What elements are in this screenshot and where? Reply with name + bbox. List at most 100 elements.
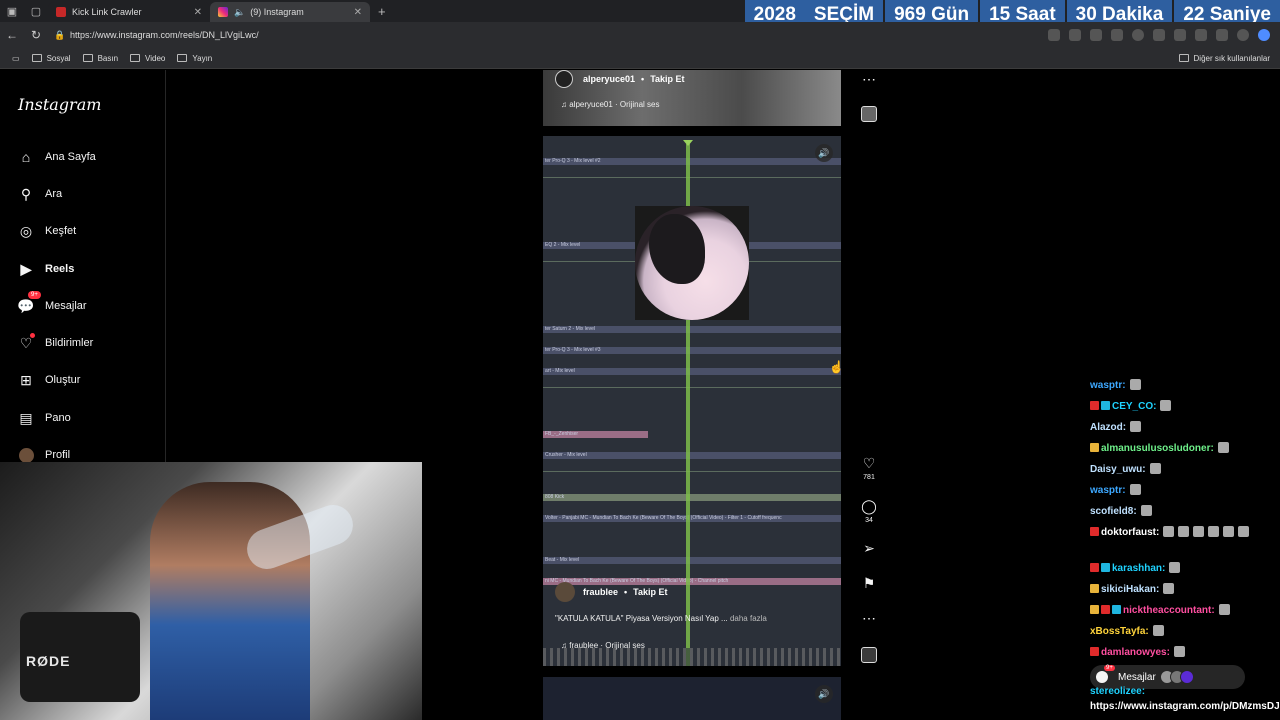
chat-link-message: stereolizee: https://www.instagram.com/p… <box>1090 684 1280 714</box>
new-tab-icon[interactable]: + <box>378 4 386 19</box>
bookmark-folder-video[interactable]: Video <box>130 54 165 63</box>
avatar[interactable] <box>555 582 575 602</box>
sidebar-item-label: Bildirimler <box>45 337 94 349</box>
daw-lane: ter Pro-Q 3 - Mix level #2 <box>543 158 841 178</box>
next-reel[interactable]: 🔊 <box>543 677 841 720</box>
reel-username[interactable]: alperyuce01 <box>583 74 635 84</box>
tab-instagram[interactable]: 🔈 (9) Instagram ✕ <box>210 2 370 22</box>
sidebar-item-label: Keşfet <box>45 225 77 237</box>
reel-author: fraublee • Takip Et <box>555 582 668 602</box>
extension-game-icon[interactable] <box>1132 29 1144 41</box>
favorite-star-icon[interactable] <box>1090 29 1102 41</box>
sidebar-item-notifications[interactable]: ♡ Bildirimler <box>18 333 94 351</box>
apps-icon[interactable] <box>1048 29 1060 41</box>
refresh-extension-icon[interactable] <box>1174 29 1186 41</box>
chat-message: scofield8: <box>1090 505 1152 517</box>
messenger-icon: 💬 <box>17 297 35 314</box>
chat-badge-icon <box>1090 527 1099 536</box>
chat-username: xBossTayfa: <box>1090 626 1149 637</box>
chat-emote-icon <box>1163 583 1175 594</box>
chat-username: nicktheaccountant: <box>1123 605 1215 616</box>
save-button[interactable]: ⚑ <box>857 575 881 592</box>
reel-audio[interactable]: ♫ fraublee · Orijinal ses <box>561 641 645 650</box>
mute-button[interactable]: 🔊 <box>815 144 833 162</box>
chat-link-text[interactable]: https://www.instagram.com/p/DMzmsDJoa6H/ <box>1090 701 1280 712</box>
sidebar-item-label: Reels <box>45 263 75 275</box>
sidebar-item-reels[interactable]: ▶ Reels <box>18 260 75 277</box>
tab-kick-link-crawler[interactable]: Kick Link Crawler ✕ <box>48 2 210 22</box>
more-options-icon[interactable]: ⋯ <box>857 610 881 627</box>
close-tab-icon[interactable]: ✕ <box>354 7 362 18</box>
chat-username: Daisy_uwu: <box>1090 464 1146 475</box>
browser-essentials-icon[interactable] <box>1216 29 1228 41</box>
read-aloud-icon[interactable] <box>1069 29 1081 41</box>
reel-audio-label: alperyuce01 · Orijinal ses <box>569 100 660 109</box>
sidebar-item-explore[interactable]: ◎ Keşfet <box>18 223 76 239</box>
like-button[interactable]: ♡ 781 <box>857 455 881 481</box>
instagram-logo[interactable]: Instagram <box>18 95 101 114</box>
profile-avatar[interactable] <box>1237 29 1249 41</box>
profile-avatar-icon <box>18 447 34 463</box>
reel-video[interactable]: ter Pro-Q 3 - Mix level #2 EQ 2 - Mix le… <box>543 136 841 666</box>
playhead-marker-icon <box>683 140 693 146</box>
bookmark-folder-yayin[interactable]: Yayın <box>177 54 212 63</box>
messages-label: Mesajlar <box>1118 671 1156 683</box>
comment-count: 34 <box>865 517 873 524</box>
chat-emote-icon <box>1152 625 1164 636</box>
sidebar-item-profile[interactable]: Profil <box>18 447 70 463</box>
back-icon[interactable]: ← <box>0 28 24 42</box>
chat-emote-icon <box>1160 400 1172 411</box>
workspaces-icon[interactable]: ▣ <box>0 0 24 22</box>
bookmark-folder-basin[interactable]: Basın <box>82 54 118 63</box>
mute-button[interactable]: 🔊 <box>815 685 833 703</box>
sidebar-item-search[interactable]: ⚲ Ara <box>18 186 62 202</box>
sidebar-item-create[interactable]: ⊞ Oluştur <box>18 372 80 388</box>
close-tab-icon[interactable]: ✕ <box>194 7 202 18</box>
extension-icon[interactable] <box>1111 29 1123 41</box>
chat-username: Alazod: <box>1090 422 1127 433</box>
home-icon: ⌂ <box>21 149 31 165</box>
favorites-icon[interactable] <box>1195 29 1207 41</box>
bookmarks-toggle-icon[interactable]: ▭ <box>12 54 20 63</box>
share-button[interactable]: ➢ <box>857 540 881 557</box>
chat-emote-icon <box>1169 562 1181 573</box>
bookmark-folder-sosyal[interactable]: Sosyal <box>31 53 71 63</box>
shield-icon[interactable] <box>1153 29 1165 41</box>
sidebar-item-dashboard[interactable]: ▤ Pano <box>18 410 71 426</box>
avatar[interactable] <box>555 70 573 88</box>
comment-button[interactable]: ◯ 34 <box>857 498 881 524</box>
audio-thumbnail[interactable] <box>861 647 877 663</box>
avatar <box>18 447 34 463</box>
reel-username[interactable]: fraublee <box>583 587 618 597</box>
sidebar-item-messages[interactable]: 💬 9+ Mesajlar <box>17 291 87 314</box>
more-link[interactable]: daha fazla <box>730 614 767 623</box>
chat-username: stereolizee: <box>1090 686 1146 697</box>
instagram-favicon-icon <box>218 7 228 17</box>
sidebar-item-label: Pano <box>45 412 71 424</box>
bookmark-label: Sosyal <box>46 53 71 63</box>
copilot-icon[interactable] <box>1258 29 1270 41</box>
chat-emote-icon <box>1178 526 1190 537</box>
more-options-icon[interactable]: ⋯ <box>857 71 881 88</box>
chat-message: almanusulusosludoner: <box>1090 442 1229 454</box>
notification-dot <box>30 333 35 338</box>
bookmark-folder-other[interactable]: Diğer sık kullanılanlar <box>1178 54 1270 63</box>
follow-button[interactable]: Takip Et <box>633 587 667 597</box>
reel-audio[interactable]: ♫ alperyuce01 · Orijinal ses <box>561 100 660 109</box>
reel-audio-label: fraublee · Orijinal ses <box>569 641 645 650</box>
chat-username: sikiciHakan: <box>1101 584 1160 595</box>
reload-icon[interactable]: ↻ <box>24 28 48 42</box>
previous-reel[interactable]: alperyuce01 • Takip Et ♫ alperyuce01 · O… <box>543 70 841 126</box>
follow-button[interactable]: Takip Et <box>650 74 684 84</box>
sidebar-item-home[interactable]: ⌂ Ana Sayfa <box>18 149 96 165</box>
chat-emote-icon <box>1173 646 1185 657</box>
url-field[interactable]: 🔒 https://www.instagram.com/reels/DN_LlV… <box>54 25 954 45</box>
chat-badge-icon <box>1090 605 1099 614</box>
reels-icon: ▶ <box>20 260 32 277</box>
audio-thumbnail[interactable] <box>861 106 877 122</box>
bookmark-label: Video <box>145 53 166 63</box>
speaker-icon[interactable]: 🔈 <box>234 7 245 18</box>
bookmarks-bar: ▭ Sosyal Basın Video Yayın Diğer sık kul… <box>0 48 1280 69</box>
folder-icon <box>130 54 141 62</box>
tab-actions-icon[interactable]: ▢ <box>24 0 48 22</box>
